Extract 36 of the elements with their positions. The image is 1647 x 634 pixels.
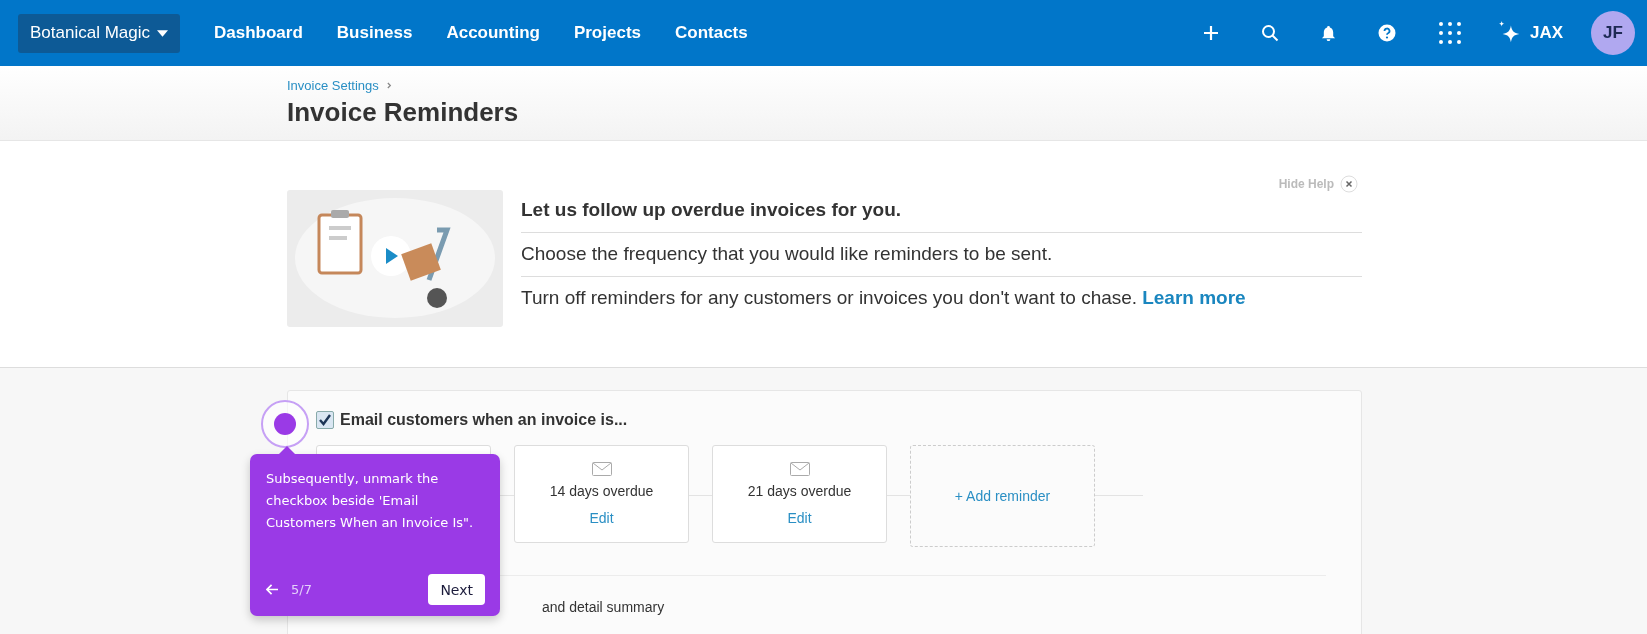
nav-link[interactable]: Contacts	[675, 23, 748, 43]
chevron-icon	[386, 82, 392, 89]
learn-more-link[interactable]: Learn more	[1142, 287, 1246, 308]
envelope-icon	[591, 462, 612, 476]
bell-icon[interactable]	[1320, 24, 1336, 42]
nav-link[interactable]: Business	[336, 23, 413, 43]
nav-link[interactable]: Projects	[573, 23, 641, 43]
tooltip-text: Subsequently, unmark the checkbox beside 'Email Customers When an Invoice Is".	[266, 470, 475, 532]
page-title: Invoice Reminders	[287, 97, 520, 128]
user-avatar[interactable]: JF	[1591, 11, 1635, 55]
checkbox-label: and detail summary	[542, 599, 665, 615]
reminder-label: 14 days overdue	[549, 483, 654, 499]
envelope-icon	[789, 462, 810, 476]
help-icon[interactable]	[1377, 24, 1396, 42]
assistant-button[interactable]: JAX	[1496, 20, 1563, 46]
add-reminder-button[interactable]: + Add reminder	[910, 445, 1095, 547]
apps-grid-icon[interactable]	[1437, 21, 1462, 45]
nav-link[interactable]: Accounting	[446, 23, 540, 43]
reminder-label: 21 days overdue	[747, 483, 852, 499]
back-arrow-icon[interactable]	[266, 584, 279, 595]
plus-icon[interactable]	[1202, 25, 1219, 41]
edit-link[interactable]: Edit	[589, 510, 614, 526]
checkbox-label: Email customers when an invoice is...	[340, 411, 628, 429]
help-text: Turn off reminders for any customers or invoices you don't want to chase.	[521, 287, 1138, 308]
close-icon	[1340, 175, 1358, 193]
help-text: Choose the frequency that you would like reminders to be sent.	[521, 243, 1053, 264]
help-heading: Let us follow up overdue invoices for you.	[521, 199, 1362, 233]
next-button[interactable]: Next	[428, 574, 485, 605]
nav-link[interactable]: Dashboard	[214, 23, 303, 43]
organization-dropdown[interactable]: Botanical Magic	[18, 13, 180, 53]
edit-link[interactable]: Edit	[787, 510, 812, 526]
checkbox[interactable]	[316, 411, 334, 429]
step-counter: 5/7	[291, 582, 312, 597]
search-icon[interactable]	[1260, 24, 1279, 42]
caret-icon	[157, 29, 168, 37]
breadcrumb-link[interactable]: Invoice Settings	[287, 78, 379, 93]
